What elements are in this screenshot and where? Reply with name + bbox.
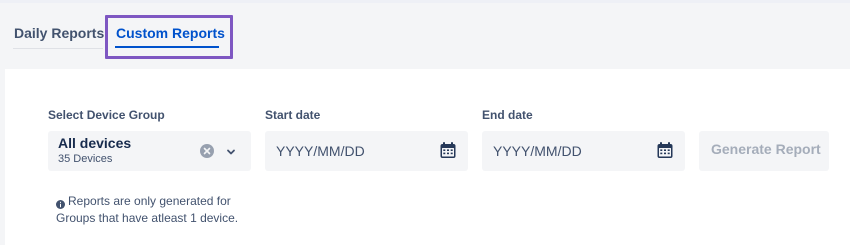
tab-daily-reports[interactable]: Daily Reports [14, 25, 104, 41]
device-count: 35 Devices [58, 153, 113, 165]
tab-underline [13, 48, 103, 49]
device-group-note: Reports are only generated for Groups th… [56, 194, 239, 225]
calendar-icon[interactable] [656, 141, 674, 159]
calendar-icon[interactable] [439, 141, 457, 159]
clear-icon[interactable] [200, 144, 214, 158]
start-date-input[interactable] [265, 131, 468, 171]
end-date-label: End date [482, 108, 533, 122]
highlight-box [105, 15, 233, 59]
chevron-down-icon[interactable] [225, 145, 237, 157]
report-tabs: Daily Reports Custom Reports [0, 0, 850, 70]
start-date-label: Start date [265, 108, 321, 122]
generate-report-button[interactable]: Generate Report [699, 131, 829, 171]
end-date-input[interactable] [482, 131, 685, 171]
device-group-value: All devices [58, 135, 132, 151]
device-group-select[interactable]: All devices 35 Devices [48, 131, 251, 171]
device-group-label: Select Device Group [48, 108, 165, 122]
